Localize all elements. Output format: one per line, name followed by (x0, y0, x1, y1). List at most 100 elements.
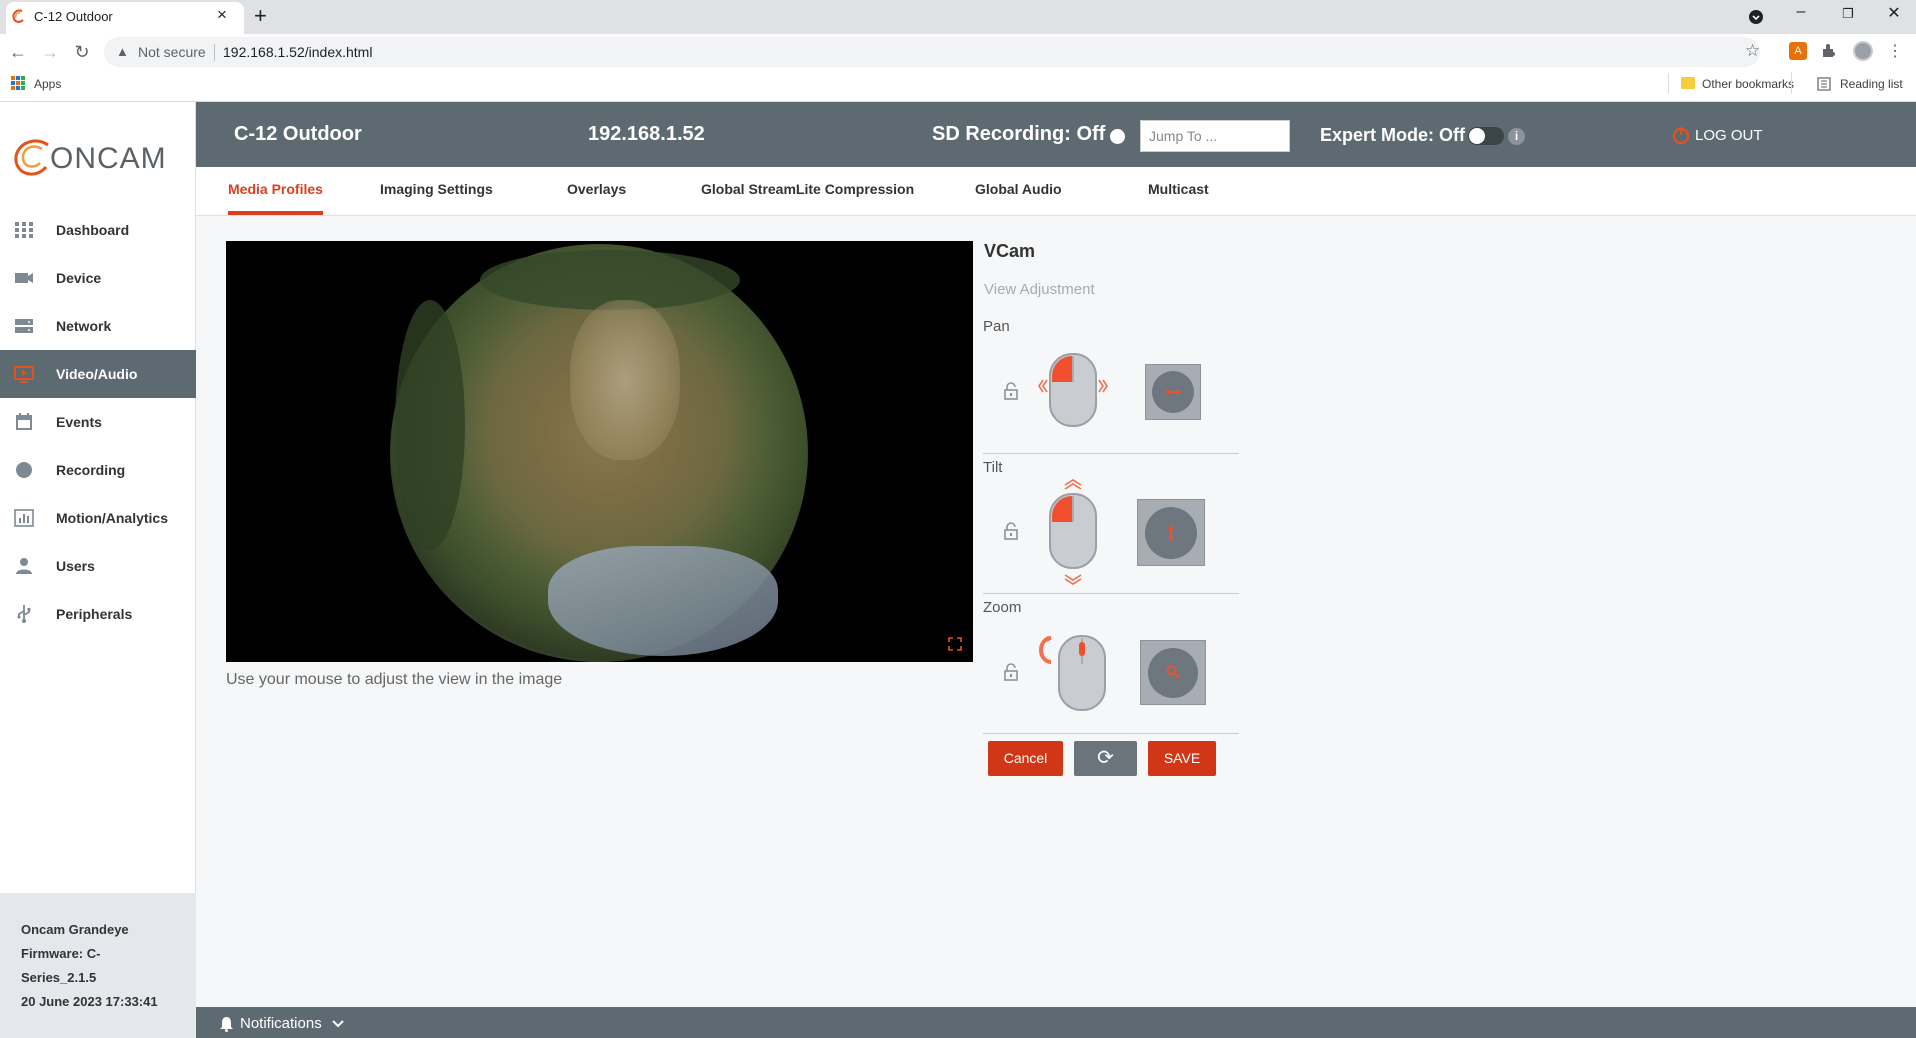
sidebar-item-recording[interactable]: Recording (0, 446, 196, 494)
url-text[interactable]: 192.168.1.52/index.html (223, 44, 372, 60)
sd-recording-indicator (1110, 129, 1125, 144)
notifications-toggle[interactable]: Notifications (240, 1015, 322, 1032)
tilt-lock-icon[interactable] (1003, 522, 1019, 540)
restore-icon[interactable]: ❐ (1833, 6, 1863, 22)
fisheye-trees (395, 300, 465, 550)
bookmark-star-icon[interactable]: ☆ (1745, 41, 1760, 61)
bookmark-divider (1668, 73, 1669, 93)
browser-menu-icon[interactable]: ⋮ (1887, 41, 1903, 61)
extension-a-icon[interactable]: A (1789, 42, 1807, 60)
fisheye-path (570, 300, 680, 460)
reading-list[interactable]: Reading list (1840, 77, 1903, 91)
video-icon (14, 364, 34, 384)
firmware-version-line2: Series_2.1.5 (21, 970, 97, 985)
sidebar-item-label: Events (56, 414, 102, 430)
sidebar-item-label: Video/Audio (56, 366, 138, 382)
magnifier-icon (1166, 665, 1180, 679)
notifications-bar (196, 1007, 1916, 1038)
up-down-arrow-icon (1168, 525, 1174, 541)
tab-imaging-settings[interactable]: Imaging Settings (380, 181, 493, 197)
address-divider (214, 44, 215, 61)
browser-tab-title: C-12 Outdoor (34, 9, 113, 24)
oncam-favicon-icon (12, 9, 24, 23)
chevron-down-icon[interactable] (332, 1020, 344, 1028)
bell-icon[interactable] (219, 1016, 234, 1032)
fisheye-roof (548, 546, 778, 656)
sidebar-item-motion-analytics[interactable]: Motion/Analytics (0, 494, 196, 542)
sidebar-item-video-audio[interactable]: Video/Audio (0, 350, 196, 398)
extensions-puzzle-icon[interactable] (1821, 43, 1837, 59)
camera-ip: 192.168.1.52 (588, 123, 705, 145)
tab-multicast[interactable]: Multicast (1148, 181, 1209, 197)
sidebar-item-label: Motion/Analytics (56, 510, 169, 526)
sidebar-item-label: Peripherals (56, 606, 133, 622)
warning-icon[interactable]: ▲ (116, 44, 129, 59)
sidebar-item-label: Device (56, 270, 102, 286)
apps-bookmark[interactable]: Apps (34, 77, 61, 91)
tab-search-icon[interactable] (1748, 9, 1764, 25)
save-button[interactable]: SAVE (1148, 741, 1216, 776)
minimize-icon[interactable]: – (1786, 3, 1816, 21)
section-divider (983, 453, 1239, 454)
zoom-lock-icon[interactable] (1003, 663, 1019, 681)
view-adjustment-label: View Adjustment (984, 281, 1095, 298)
tab-media-profiles[interactable]: Media Profiles (228, 181, 323, 197)
back-icon[interactable]: ← (6, 40, 30, 64)
tilt-joypad-knob (1145, 507, 1197, 559)
cancel-button[interactable]: Cancel (988, 741, 1063, 776)
chart-icon (14, 508, 34, 528)
brand-logo: ONCAM (50, 142, 167, 175)
reset-button[interactable]: ⟳ (1074, 741, 1137, 776)
forward-icon[interactable]: → (38, 40, 62, 64)
zoom-mouse-icon (1039, 635, 1106, 711)
toggle-knob (1469, 128, 1485, 144)
expert-mode-label: Expert Mode: Off (1320, 125, 1466, 145)
sidebar-item-dashboard[interactable]: Dashboard (0, 206, 196, 254)
reading-list-icon[interactable] (1817, 77, 1831, 91)
sidebar-item-events[interactable]: Events (0, 398, 196, 446)
sidebar-item-device[interactable]: Device (0, 254, 196, 302)
tab-global-streamlite-compression[interactable]: Global StreamLite Compression (701, 181, 914, 197)
camera-icon (14, 268, 34, 288)
tab-overlays[interactable]: Overlays (567, 181, 626, 197)
tab-global-audio[interactable]: Global Audio (975, 181, 1062, 197)
sidebar-item-peripherals[interactable]: Peripherals (0, 590, 196, 638)
zoom-joypad[interactable] (1140, 640, 1206, 705)
bookmarks-bar (0, 70, 1916, 102)
zoom-joypad-knob (1148, 648, 1198, 698)
tilt-label: Tilt (983, 459, 1003, 476)
network-icon (14, 316, 34, 336)
sd-recording-status: SD Recording: Off (932, 123, 1106, 145)
pan-lock-icon[interactable] (1003, 382, 1019, 400)
logout-button[interactable]: LOG OUT (1695, 127, 1763, 144)
folder-icon (1681, 77, 1695, 89)
apps-grid-icon[interactable] (11, 76, 25, 90)
fullscreen-icon[interactable] (948, 637, 962, 651)
video-hint: Use your mouse to adjust the view in the… (226, 671, 563, 688)
camera-name: C-12 Outdoor (234, 123, 362, 145)
info-icon[interactable]: i (1508, 128, 1525, 145)
jump-to-placeholder[interactable]: Jump To ... (1149, 128, 1217, 144)
pan-joypad-knob (1152, 371, 1194, 413)
tilt-joypad[interactable] (1137, 499, 1205, 566)
window-close-icon[interactable]: ✕ (1879, 3, 1909, 23)
sidebar-item-users[interactable]: Users (0, 542, 196, 590)
firmware-version-line1: Firmware: C- (21, 946, 101, 961)
pan-mouse-icon (1038, 353, 1108, 427)
section-divider (983, 733, 1239, 734)
new-tab-button[interactable]: + (254, 3, 267, 29)
reload-icon[interactable]: ↻ (70, 40, 94, 64)
device-datetime: 20 June 2023 17:33:41 (21, 994, 158, 1009)
record-icon (14, 460, 34, 480)
calendar-icon (14, 412, 34, 432)
close-tab-icon[interactable]: × (212, 5, 232, 25)
security-label[interactable]: Not secure (138, 44, 206, 60)
other-bookmarks[interactable]: Other bookmarks (1702, 77, 1794, 91)
browser-tab-strip (0, 0, 1916, 34)
pan-joypad[interactable] (1145, 364, 1201, 420)
power-icon[interactable] (1672, 126, 1690, 144)
profile-avatar[interactable] (1853, 41, 1873, 61)
grid-icon (14, 220, 34, 240)
sidebar-item-network[interactable]: Network (0, 302, 196, 350)
left-right-arrow-icon (1165, 389, 1181, 395)
